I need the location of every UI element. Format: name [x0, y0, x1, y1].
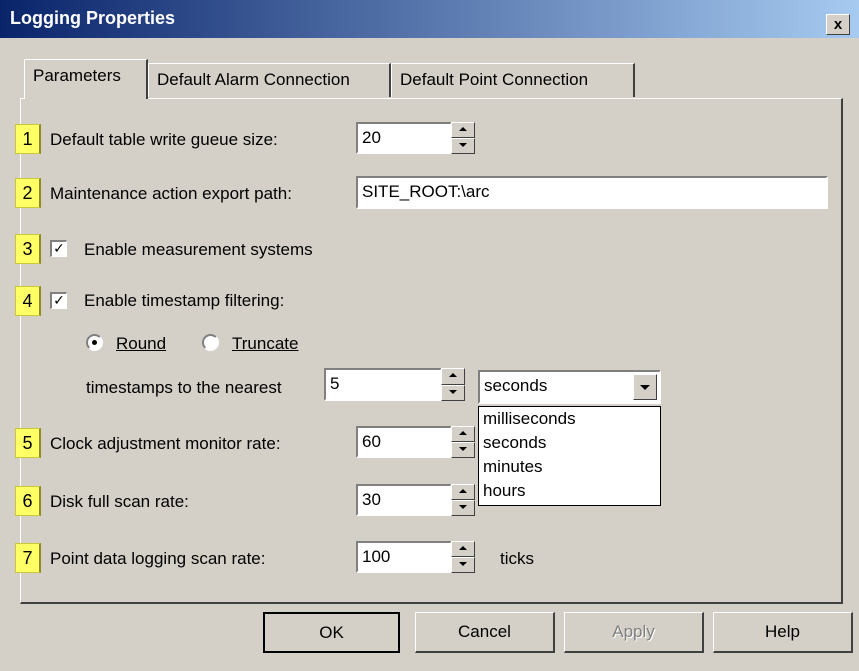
round-label: Round — [116, 334, 167, 353]
callout-badge-1: 1 — [15, 124, 41, 154]
clock-rate-label: Clock adjustment monitor rate: — [50, 434, 281, 453]
point-scan-label: Point data logging scan rate: — [50, 549, 266, 568]
time-unit-dropdown-list: milliseconds seconds minutes hours — [478, 406, 661, 506]
truncate-label: Truncate — [232, 334, 299, 353]
export-path-label: Maintenance action export path: — [50, 184, 292, 203]
measurement-systems-label: Enable measurement systems — [84, 240, 313, 259]
spin-up-icon[interactable] — [451, 541, 475, 557]
disk-scan-label: Disk full scan rate: — [50, 492, 189, 511]
disk-scan-input[interactable]: 30 — [356, 484, 452, 516]
point-scan-unit: ticks — [500, 549, 534, 568]
round-radio[interactable] — [86, 334, 103, 351]
point-scan-spinner[interactable] — [451, 541, 475, 573]
help-button[interactable]: Help — [713, 612, 853, 653]
callout-badge-3: 3 — [15, 234, 41, 264]
option-minutes[interactable]: minutes — [479, 455, 660, 479]
spin-down-icon[interactable] — [451, 500, 475, 516]
close-button[interactable]: x — [826, 14, 850, 35]
ok-button[interactable]: OK — [263, 612, 400, 653]
clock-rate-input[interactable]: 60 — [356, 426, 452, 458]
queue-size-spinner[interactable] — [451, 122, 475, 154]
spin-up-icon[interactable] — [441, 368, 465, 385]
spin-down-icon[interactable] — [441, 384, 465, 401]
timestamp-filtering-checkbox[interactable]: ✓ — [50, 292, 67, 309]
export-path-input[interactable]: SITE_ROOT:\arc — [356, 176, 828, 209]
option-seconds[interactable]: seconds — [479, 431, 660, 455]
nearest-value-input[interactable]: 5 — [324, 368, 442, 401]
measurement-systems-checkbox[interactable]: ✓ — [50, 240, 67, 257]
queue-size-input[interactable]: 20 — [356, 122, 452, 154]
spin-up-icon[interactable] — [451, 426, 475, 442]
nearest-value-spinner[interactable] — [441, 368, 465, 401]
spin-down-icon[interactable] — [451, 138, 475, 154]
point-scan-input[interactable]: 100 — [356, 541, 452, 573]
nearest-label: timestamps to the nearest — [86, 378, 282, 397]
timestamp-filtering-label: Enable timestamp filtering: — [84, 291, 285, 310]
option-milliseconds[interactable]: milliseconds — [479, 407, 660, 431]
truncate-radio[interactable] — [202, 334, 219, 351]
disk-scan-spinner[interactable] — [451, 484, 475, 516]
callout-badge-5: 5 — [15, 428, 41, 458]
tab-default-alarm-connection[interactable]: Default Alarm Connection — [148, 63, 391, 97]
callout-badge-4: 4 — [15, 286, 41, 316]
spin-up-icon[interactable] — [451, 484, 475, 500]
queue-size-label: Default table write gueue size: — [50, 130, 278, 149]
cancel-button[interactable]: Cancel — [415, 612, 555, 653]
close-icon: x — [833, 16, 843, 33]
callout-badge-6: 6 — [15, 486, 41, 516]
tab-parameters[interactable]: Parameters — [24, 59, 148, 99]
callout-badge-2: 2 — [15, 178, 41, 208]
spin-up-icon[interactable] — [451, 122, 475, 138]
window-title: Logging Properties — [10, 8, 176, 28]
callout-badge-7: 7 — [15, 543, 41, 573]
spin-down-icon[interactable] — [451, 442, 475, 458]
chevron-down-icon — [640, 385, 650, 390]
tab-default-point-connection[interactable]: Default Point Connection — [391, 63, 635, 97]
dropdown-button[interactable] — [633, 374, 657, 400]
option-hours[interactable]: hours — [479, 479, 660, 503]
spin-down-icon[interactable] — [451, 557, 475, 573]
apply-button[interactable]: Apply — [564, 612, 704, 653]
clock-rate-spinner[interactable] — [451, 426, 475, 458]
